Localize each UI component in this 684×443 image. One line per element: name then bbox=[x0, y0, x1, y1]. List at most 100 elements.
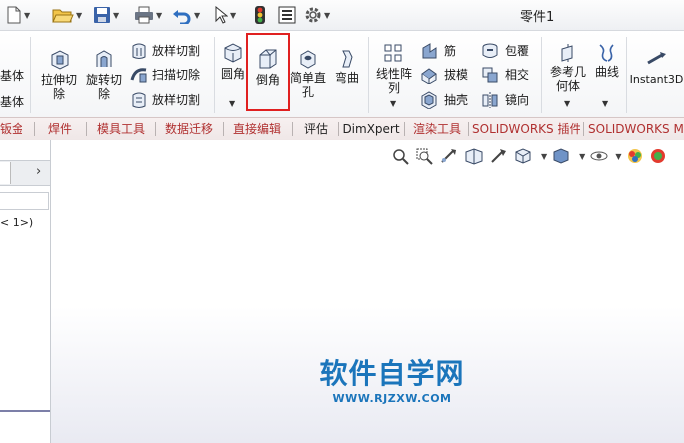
hide-show-items-icon[interactable] bbox=[589, 147, 609, 165]
chevron-right-icon[interactable]: › bbox=[36, 164, 41, 179]
tab-render-tools[interactable]: 渲染工具 bbox=[407, 118, 467, 140]
zoom-to-fit-icon[interactable] bbox=[391, 147, 411, 165]
wrap-button[interactable]: 包覆 bbox=[481, 41, 529, 61]
fillet-icon bbox=[224, 43, 242, 63]
chevron-down-icon[interactable]: ▼ bbox=[579, 152, 585, 161]
tab-mold-tools[interactable]: 模具工具 bbox=[90, 118, 152, 140]
instant3d-button[interactable]: Instant3D bbox=[629, 49, 684, 87]
base-feature-label-2[interactable]: 基体 bbox=[0, 95, 24, 109]
intersect-button[interactable]: 相交 bbox=[481, 65, 529, 85]
rib-label: 筋 bbox=[444, 44, 457, 58]
tab-evaluate[interactable]: 评估 bbox=[296, 118, 336, 140]
watermark-title: 软件自学网 bbox=[319, 357, 465, 390]
extruded-cut-label: 拉伸切 除 bbox=[40, 73, 77, 101]
select-arrow-icon bbox=[215, 6, 228, 24]
chevron-down-icon[interactable]: ▼ bbox=[615, 152, 621, 161]
curves-icon bbox=[599, 44, 614, 62]
file-properties-icon bbox=[278, 6, 296, 24]
flex-button[interactable]: 弯曲 bbox=[330, 49, 364, 85]
lofted-cut-button[interactable]: 放样切割 bbox=[130, 41, 200, 61]
wrap-label: 包覆 bbox=[505, 44, 530, 58]
flex-label: 弯曲 bbox=[334, 71, 359, 85]
reference-geometry-label: 参考几 何体 bbox=[549, 65, 586, 93]
extruded-cut-button[interactable]: 拉伸切 除 bbox=[38, 49, 80, 101]
swept-cut-label: 扫描切除 bbox=[152, 68, 201, 82]
command-manager-tabs: 钣金 焊件 模具工具 数据迁移 直接编辑 评估 DimXpert 渲染工具 SO… bbox=[0, 117, 684, 141]
revolved-cut-button[interactable]: 旋转切 除 bbox=[82, 49, 126, 101]
rebuild-traffic-light-icon bbox=[255, 6, 265, 24]
reference-geometry-button[interactable]: 参考几 何体 bbox=[545, 43, 591, 93]
open-button[interactable]: ▼ bbox=[52, 4, 82, 26]
file-properties-button[interactable] bbox=[278, 4, 296, 26]
draft-button[interactable]: 拔模 bbox=[420, 65, 468, 85]
shell-button[interactable]: 抽壳 bbox=[420, 90, 468, 110]
dynamic-annotation-icon[interactable] bbox=[489, 147, 509, 165]
open-folder-icon bbox=[52, 9, 74, 23]
undo-icon bbox=[173, 10, 191, 24]
rib-button[interactable]: 筋 bbox=[420, 41, 456, 61]
instant3d-icon bbox=[646, 52, 666, 65]
feature-manager-tab[interactable] bbox=[0, 162, 11, 184]
simple-hole-icon bbox=[300, 50, 316, 69]
fillet-button[interactable]: 圆角 bbox=[219, 41, 247, 81]
tree-filter-input[interactable] bbox=[0, 192, 49, 210]
chevron-down-icon[interactable]: ▼ bbox=[541, 152, 547, 161]
curves-button[interactable]: 曲线 bbox=[592, 43, 622, 79]
gear-icon bbox=[305, 7, 321, 23]
graphics-area[interactable]: ▼ ▼ ▼ 软件自学网 WWW.RJZXW.COM bbox=[51, 140, 684, 443]
tab-weldments[interactable]: 焊件 bbox=[38, 118, 82, 140]
instant3d-label: Instant3D bbox=[629, 73, 684, 86]
shell-icon bbox=[421, 91, 437, 109]
apply-scene-icon[interactable] bbox=[649, 147, 666, 165]
chevron-down-icon[interactable]: ▼ bbox=[324, 11, 330, 20]
pattern-dropdown-icon[interactable]: ▼ bbox=[390, 99, 396, 108]
view-orientation-icon[interactable] bbox=[513, 147, 535, 165]
tab-direct-editing[interactable]: 直接编辑 bbox=[226, 118, 288, 140]
select-button[interactable]: ▼ bbox=[214, 4, 236, 26]
tab-dimxpert[interactable]: DimXpert bbox=[341, 118, 401, 140]
curves-label: 曲线 bbox=[594, 65, 619, 79]
fillet-dropdown-icon[interactable]: ▼ bbox=[229, 99, 235, 108]
simple-hole-button[interactable]: 简单直 孔 bbox=[289, 49, 327, 99]
revolved-cut-icon bbox=[96, 50, 112, 67]
mirror-label: 镜向 bbox=[505, 93, 530, 107]
shell-label: 抽壳 bbox=[444, 93, 469, 107]
reference-geometry-dropdown-icon[interactable]: ▼ bbox=[564, 99, 570, 108]
lofted-cut-icon bbox=[132, 43, 146, 59]
print-button[interactable]: ▼ bbox=[134, 4, 162, 26]
chevron-down-icon[interactable]: ▼ bbox=[194, 11, 200, 20]
tab-data-migration[interactable]: 数据迁移 bbox=[158, 118, 220, 140]
panel-divider bbox=[0, 410, 50, 412]
base-feature-label-1[interactable]: 基体 bbox=[0, 69, 24, 83]
chevron-down-icon[interactable]: ▼ bbox=[113, 11, 119, 20]
edit-appearance-icon[interactable] bbox=[625, 147, 645, 165]
watermark-url: WWW.RJZXW.COM bbox=[332, 392, 452, 405]
section-view-icon[interactable] bbox=[463, 147, 485, 165]
intersect-label: 相交 bbox=[505, 68, 530, 82]
chevron-down-icon[interactable]: ▼ bbox=[230, 11, 236, 20]
tree-node-item[interactable]: < 1>) bbox=[0, 216, 33, 229]
chevron-down-icon[interactable]: ▼ bbox=[156, 11, 162, 20]
save-button[interactable]: ▼ bbox=[93, 4, 119, 26]
zoom-to-area-icon[interactable] bbox=[415, 147, 435, 165]
chevron-down-icon[interactable]: ▼ bbox=[76, 11, 82, 20]
boundary-cut-icon bbox=[132, 92, 146, 108]
chevron-down-icon[interactable]: ▼ bbox=[24, 11, 30, 20]
watermark: 软件自学网 WWW.RJZXW.COM bbox=[317, 357, 467, 406]
options-button[interactable]: ▼ bbox=[304, 4, 330, 26]
display-style-icon[interactable] bbox=[551, 147, 573, 165]
save-icon bbox=[94, 7, 110, 23]
tab-solidworks-mbd[interactable]: SOLIDWORKS MBD bbox=[588, 118, 684, 140]
new-document-button[interactable]: ▼ bbox=[6, 4, 30, 26]
undo-button[interactable]: ▼ bbox=[172, 4, 200, 26]
rebuild-button[interactable] bbox=[254, 4, 266, 26]
revolved-cut-label: 旋转切 除 bbox=[85, 73, 122, 101]
tab-sheet-metal[interactable]: 钣金 bbox=[0, 118, 22, 140]
curves-dropdown-icon[interactable]: ▼ bbox=[602, 99, 608, 108]
linear-pattern-button[interactable]: 线性阵 列 bbox=[372, 43, 416, 95]
tab-solidworks-addins[interactable]: SOLIDWORKS 插件 bbox=[472, 118, 580, 140]
mirror-button[interactable]: 镜向 bbox=[481, 90, 529, 110]
previous-view-icon[interactable] bbox=[439, 147, 459, 165]
boundary-cut-button[interactable]: 放样切割 bbox=[130, 90, 200, 110]
swept-cut-button[interactable]: 扫描切除 bbox=[130, 65, 200, 85]
